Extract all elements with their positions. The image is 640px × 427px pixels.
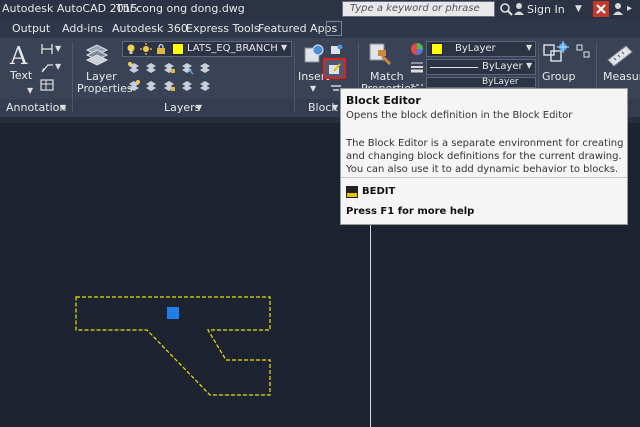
measure-button-label[interactable]: Measure: [603, 70, 640, 83]
ungroup-icon[interactable]: [576, 44, 590, 58]
chevron-down-icon[interactable]: ▼: [332, 103, 338, 112]
layer-tool-icon[interactable]: [144, 79, 158, 93]
exchange-apps-icon[interactable]: [593, 1, 609, 17]
block-editor-icon[interactable]: [328, 62, 342, 76]
layer-tool-icon[interactable]: [144, 61, 158, 75]
tooltip-help-hint: Press F1 for more help: [346, 206, 475, 217]
chevron-down-icon[interactable]: ▼: [526, 61, 532, 70]
table-icon[interactable]: [40, 78, 54, 92]
chevron-down-icon[interactable]: ▼: [310, 84, 316, 93]
dimension-icon[interactable]: [40, 42, 54, 56]
chevron-down-icon[interactable]: ▼: [55, 62, 61, 71]
tooltip-title: Block Editor: [346, 94, 421, 107]
tooltip-command: BEDIT: [362, 186, 396, 197]
sign-in-button[interactable]: Sign In: [527, 3, 565, 16]
chevron-down-icon[interactable]: ▼: [281, 43, 287, 52]
text-button-label[interactable]: Text: [10, 69, 32, 82]
layer-properties-icon[interactable]: [84, 42, 110, 68]
layers-panel-label[interactable]: Layers: [164, 101, 200, 114]
layer-tool-icon[interactable]: [162, 79, 176, 93]
command-line-icon: [346, 186, 358, 198]
leader-icon[interactable]: [40, 60, 54, 74]
chevron-down-icon[interactable]: ▼: [575, 4, 582, 14]
linetype-dropdown[interactable]: [426, 77, 536, 88]
panel-divider: [72, 42, 73, 112]
group-button-label[interactable]: Group: [542, 70, 576, 83]
document-title: Thi cong ong dong.dwg: [116, 2, 245, 15]
panel-divider: [294, 42, 295, 112]
group-icon[interactable]: [542, 41, 570, 67]
tab-output[interactable]: Output: [12, 22, 50, 35]
object-color-icon: [411, 43, 423, 55]
layer-tool-icon[interactable]: [198, 61, 212, 75]
tooltip-separator: [341, 177, 627, 178]
sun-icon: [140, 43, 152, 55]
create-block-icon[interactable]: [329, 43, 343, 57]
tab-autodesk-360[interactable]: Autodesk 360: [112, 22, 188, 35]
layer-tool-icon[interactable]: [180, 61, 194, 75]
match-properties-icon[interactable]: [368, 42, 394, 68]
user-icon: [514, 3, 524, 15]
search-placeholder: Type a keyword or phrase: [350, 3, 480, 14]
current-layer-name: LATS_EQ_BRANCH: [187, 43, 278, 54]
layer-properties-label-2[interactable]: Properties: [77, 82, 133, 95]
lightbulb-icon: [127, 44, 135, 54]
search-icon[interactable]: [499, 2, 513, 16]
tab-express-tools[interactable]: Express Tools: [186, 22, 260, 35]
lineweight-icon: [411, 62, 423, 73]
layer-color-swatch: [172, 43, 184, 55]
chevron-down-icon[interactable]: ▼: [60, 103, 66, 112]
more-chevron-icon[interactable]: ▸: [627, 3, 632, 14]
tooltip-description: The Block Editor is a separate environme…: [346, 138, 624, 175]
help-person-icon[interactable]: [611, 2, 625, 16]
chevron-down-icon[interactable]: ▼: [526, 43, 532, 52]
layer-tool-icon[interactable]: [162, 61, 176, 75]
tab-add-ins[interactable]: Add-ins: [62, 22, 103, 35]
grip-point[interactable]: [167, 307, 179, 319]
tab-overflow-button[interactable]: [326, 21, 342, 36]
chevron-down-icon[interactable]: ▼: [196, 103, 202, 112]
layer-tool-icon[interactable]: [198, 79, 212, 93]
chevron-down-icon[interactable]: ▼: [27, 86, 33, 95]
lineweight-value: ByLayer: [482, 61, 523, 72]
chevron-down-icon[interactable]: ▼: [55, 44, 61, 53]
color-value: ByLayer: [455, 43, 496, 54]
line-sample: [430, 67, 478, 68]
layer-tool-icon[interactable]: [127, 61, 141, 75]
annotation-panel-label[interactable]: Annotation: [6, 101, 66, 114]
layer-tool-icon[interactable]: [180, 79, 194, 93]
color-swatch: [431, 43, 443, 55]
text-icon[interactable]: A: [10, 42, 27, 70]
linetype-value: ByLayer: [482, 77, 519, 87]
tooltip-summary: Opens the block definition in the Block …: [346, 110, 573, 121]
measure-icon[interactable]: [606, 42, 634, 68]
layer-tool-icon[interactable]: [127, 79, 141, 93]
lock-icon: [157, 43, 165, 54]
